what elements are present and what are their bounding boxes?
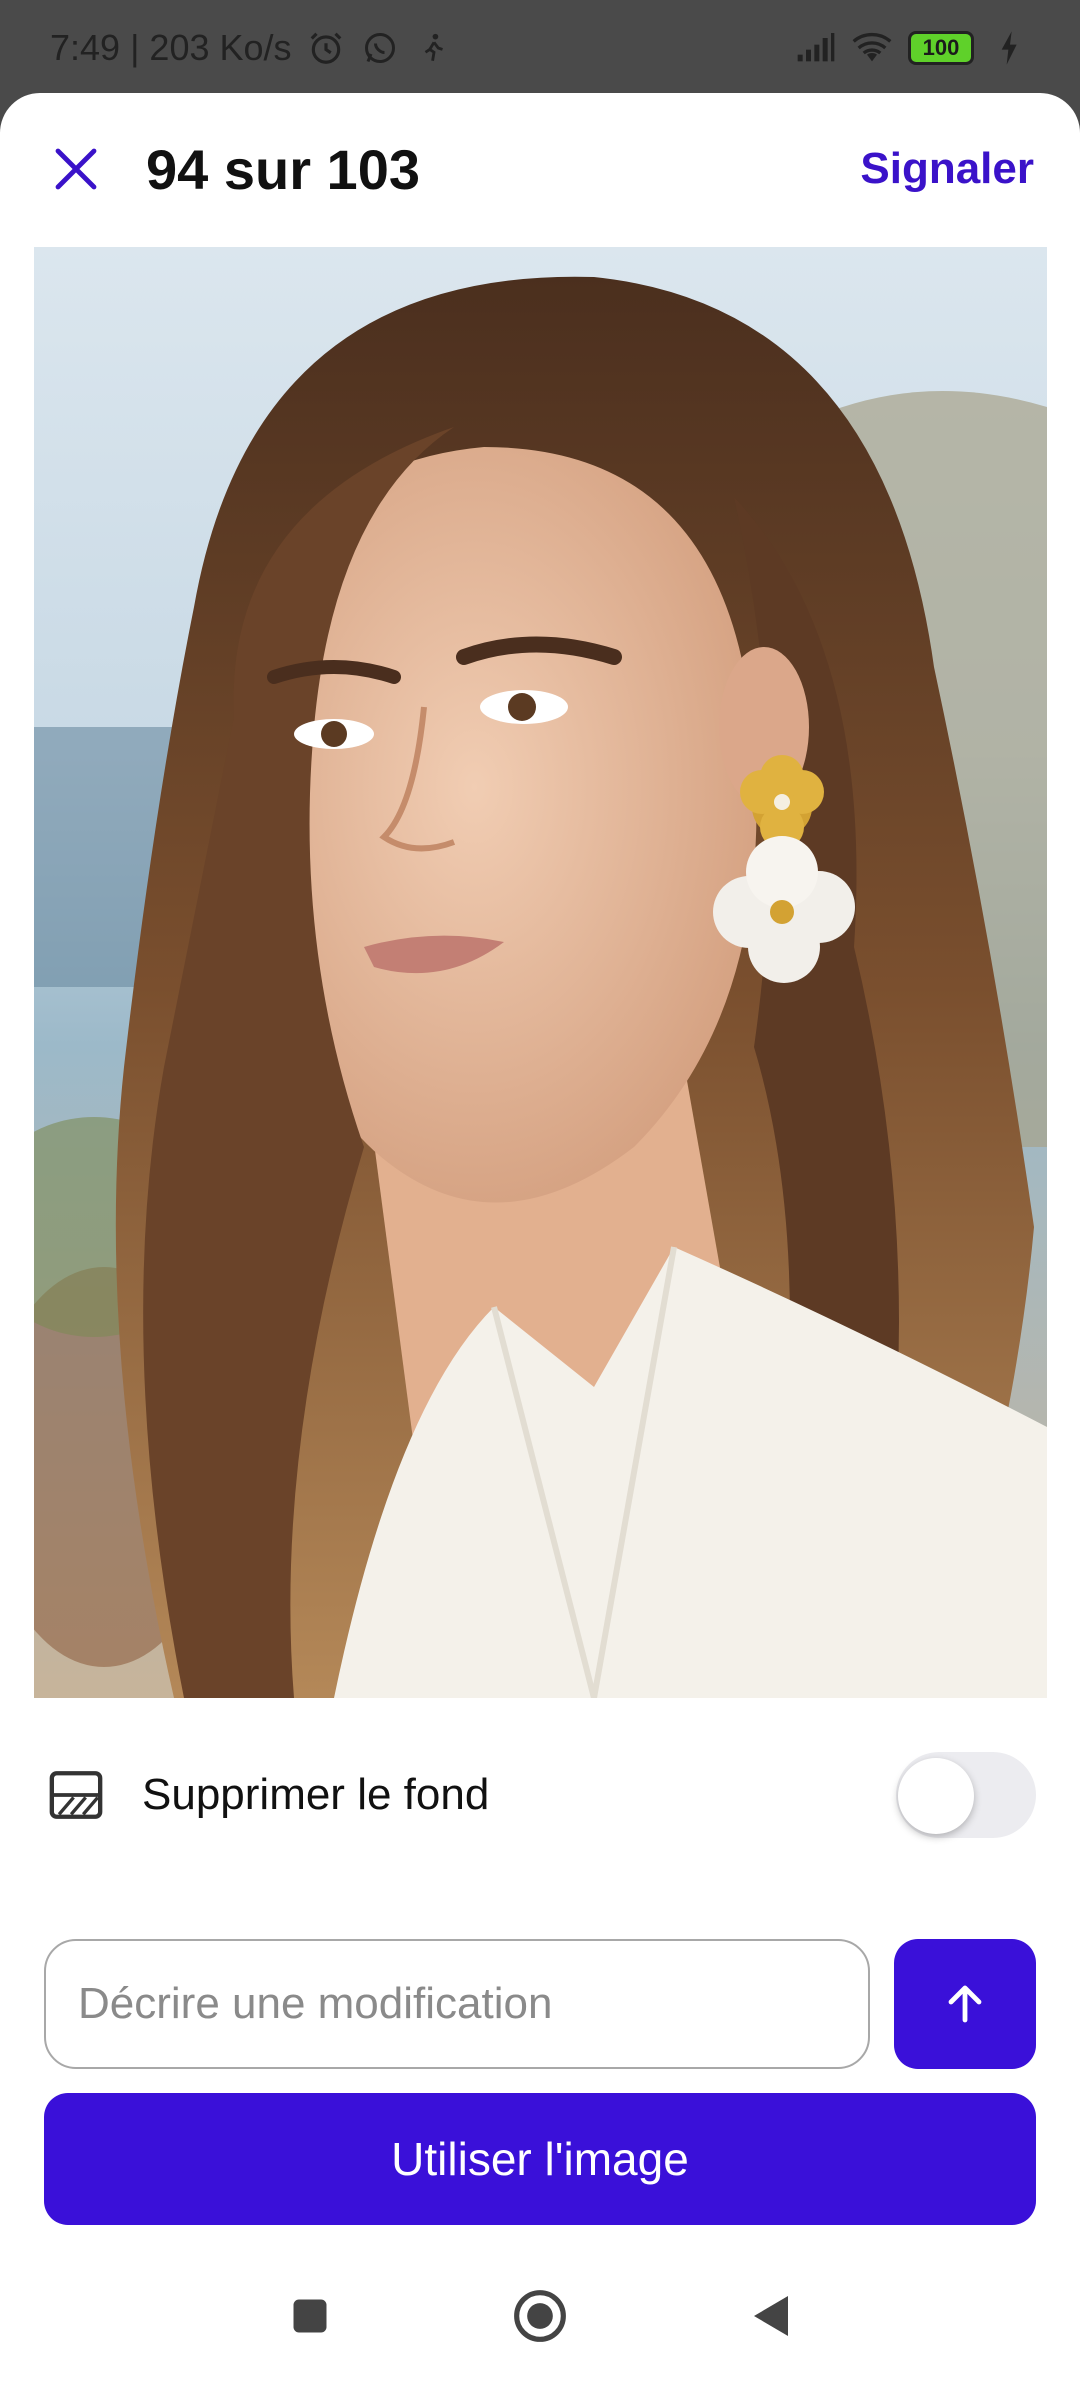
close-icon: [55, 148, 97, 190]
home-circle-icon: [514, 2290, 566, 2342]
home-button[interactable]: [510, 2286, 570, 2346]
status-time-speed: 7:49 | 203 Ko/s: [50, 26, 292, 68]
back-triangle-icon: [754, 2296, 788, 2336]
header: 94 sur 103 Signaler: [0, 93, 1080, 245]
toggle-knob: [898, 1758, 974, 1834]
wifi-icon: [852, 28, 892, 68]
back-button[interactable]: [740, 2286, 800, 2346]
square-icon: [293, 2299, 327, 2333]
page-title: 94 sur 103: [146, 137, 420, 201]
charging-icon: [990, 28, 1030, 68]
report-link[interactable]: Signaler: [860, 144, 1034, 194]
generated-image: [34, 247, 1047, 1698]
status-left: 7:49 | 203 Ko/s: [50, 27, 454, 69]
use-image-button[interactable]: Utiliser l'image: [44, 2093, 1036, 2225]
arrow-up-icon: [948, 1985, 982, 2023]
status-right: 100: [796, 28, 1030, 68]
recents-button[interactable]: [280, 2286, 340, 2346]
status-bar: 7:49 | 203 Ko/s 100: [0, 0, 1080, 95]
battery-icon: 100: [908, 30, 974, 65]
edit-description-input[interactable]: [44, 1939, 870, 2069]
signal-icon: [796, 28, 836, 68]
whatsapp-icon: [360, 28, 400, 68]
remove-background-icon: [46, 1765, 106, 1825]
walking-icon: [414, 28, 454, 68]
remove-background-row: Supprimer le fond: [46, 1745, 1036, 1845]
close-button[interactable]: [46, 139, 106, 199]
edit-prompt-row: [44, 1939, 1036, 2073]
system-navigation-bar: [0, 2232, 1080, 2400]
alarm-icon: [306, 28, 346, 68]
remove-background-label: Supprimer le fond: [142, 1770, 490, 1819]
image-preview-sheet: 94 sur 103 Signaler Supprimer le fond Dé…: [0, 93, 1080, 2400]
remove-background-toggle[interactable]: [896, 1752, 1036, 1838]
submit-edit-button[interactable]: [894, 1939, 1036, 2069]
